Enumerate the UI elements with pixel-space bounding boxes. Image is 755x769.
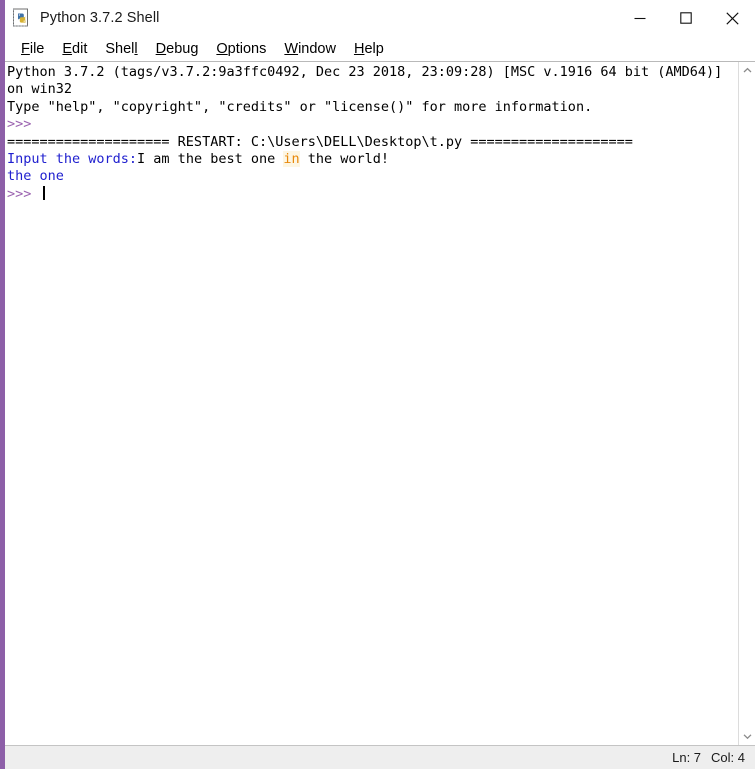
console-span-stdout: the one [7, 168, 64, 185]
shell-output-text[interactable]: Python 3.7.2 (tags/v3.7.2:9a3ffc0492, De… [5, 62, 738, 745]
menu-accel-file: F [21, 40, 30, 57]
console-span-plain: I am the best one [137, 151, 284, 168]
python-idle-icon [12, 8, 32, 28]
console-line: ==================== RESTART: C:\Users\D… [7, 134, 738, 151]
chevron-down-icon[interactable] [739, 728, 755, 745]
menu-accel-help: H [353, 40, 365, 57]
menu-label-edit: dit [72, 40, 88, 57]
menu-label-options: ptions [227, 40, 267, 57]
menu-accel-window: W [284, 40, 299, 57]
console-span-plain: Type "help", "copyright", "credits" or "… [7, 98, 593, 115]
shell-body: Python 3.7.2 (tags/v3.7.2:9a3ffc0492, De… [5, 62, 755, 745]
menu-item-help[interactable]: Help [345, 40, 393, 58]
menu-item-debug[interactable]: Debug [147, 40, 208, 58]
console-span-plain: the world! [299, 151, 390, 168]
chevron-up-icon[interactable] [739, 62, 755, 79]
console-line: Input the words:I am the best one in the… [7, 151, 738, 168]
minimize-button[interactable] [617, 0, 663, 36]
menu-label-window: indow [298, 40, 336, 57]
status-line-number: Ln: 7 [672, 750, 702, 765]
console-line: >>> [7, 185, 738, 203]
menu-accel-debug: D [155, 40, 167, 57]
status-column-number: Col: 4 [711, 750, 745, 765]
idle-shell-window: Python 3.7.2 Shell File Edit Shell Debug… [0, 0, 755, 769]
menu-label-debug: ebug [166, 40, 199, 57]
menu-item-window[interactable]: Window [275, 40, 345, 58]
menu-item-edit[interactable]: Edit [53, 40, 96, 58]
close-button[interactable] [709, 0, 755, 36]
console-span-prompt: >>> [7, 185, 40, 202]
vertical-scrollbar[interactable] [738, 62, 755, 745]
console-line: the one [7, 168, 738, 185]
maximize-button[interactable] [663, 0, 709, 36]
menu-bar: File Edit Shell Debug Options Window Hel… [5, 36, 755, 62]
menu-item-options[interactable]: Options [207, 40, 275, 58]
console-line: Python 3.7.2 (tags/v3.7.2:9a3ffc0492, De… [7, 64, 738, 99]
scrollbar-track[interactable] [739, 79, 755, 728]
menu-label-help: elp [364, 40, 384, 57]
console-line: Type "help", "copyright", "credits" or "… [7, 99, 738, 116]
console-span-keyword: in [283, 151, 300, 168]
window-title: Python 3.7.2 Shell [40, 10, 160, 26]
console-line: >>> [7, 116, 738, 133]
console-span-plain: Python 3.7.2 (tags/v3.7.2:9a3ffc0492, De… [7, 64, 731, 98]
text-cursor [42, 185, 45, 200]
title-bar[interactable]: Python 3.7.2 Shell [5, 0, 755, 36]
menu-accel-shell: l [134, 40, 138, 57]
console-span-prompt: >>> [7, 116, 40, 133]
status-bar: Ln: 7 Col: 4 [5, 745, 755, 769]
menu-accel-edit: E [62, 40, 73, 57]
menu-item-file[interactable]: File [12, 40, 53, 58]
menu-item-shell[interactable]: Shell [96, 40, 146, 58]
menu-label-shell: Shel [105, 40, 135, 57]
console-span-stdout: Input the words: [7, 151, 138, 168]
menu-accel-options: O [216, 40, 228, 57]
console-span-plain: ==================== RESTART: C:\Users\D… [7, 133, 633, 150]
menu-label-file: ile [29, 40, 45, 57]
window-controls [617, 0, 755, 36]
